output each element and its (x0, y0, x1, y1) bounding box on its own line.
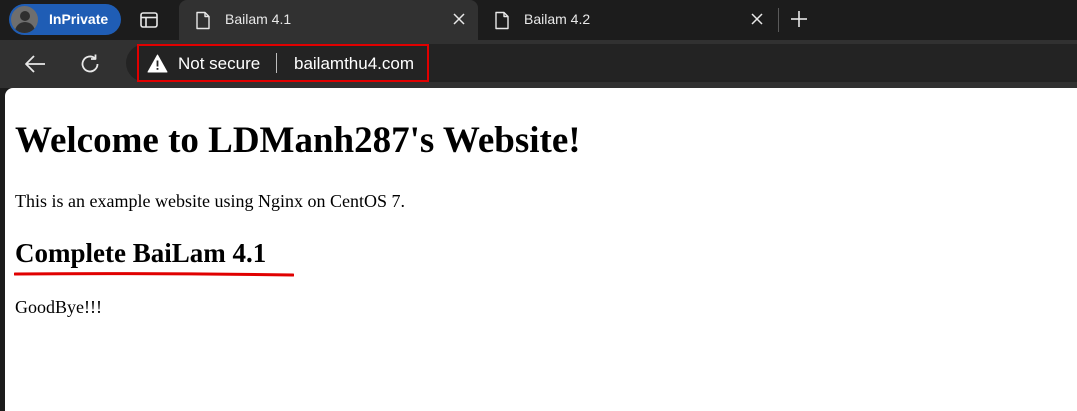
document-icon (196, 11, 210, 30)
page-heading: Welcome to LDManh287's Website! (15, 120, 581, 161)
profile-avatar (11, 6, 38, 33)
inprivate-button[interactable]: InPrivate (9, 4, 121, 35)
tab-bailam-4-2[interactable]: Bailam 4.2 (481, 0, 776, 40)
closing-paragraph: GoodBye!!! (15, 297, 102, 317)
tab-strip: InPrivate Bailam 4.1 Bailam 4.2 (0, 0, 1077, 40)
address-separator (276, 53, 277, 73)
intro-paragraph: This is an example website using Nginx o… (15, 191, 405, 211)
tab-actions-icon[interactable] (139, 10, 159, 30)
back-arrow-icon[interactable] (24, 54, 46, 74)
inprivate-label: InPrivate (49, 11, 109, 27)
close-icon[interactable] (452, 12, 466, 26)
close-icon[interactable] (750, 12, 764, 26)
page-subheading: Complete BaiLam 4.1 (15, 238, 267, 268)
tab-separator (778, 8, 779, 32)
warning-icon[interactable] (147, 54, 168, 73)
tab-bailam-4-1[interactable]: Bailam 4.1 (179, 0, 478, 40)
document-icon (495, 11, 509, 30)
page-viewport: Welcome to LDManh287's Website! This is … (5, 88, 1077, 411)
plus-icon[interactable] (789, 9, 809, 29)
red-underline-annotation (14, 272, 294, 277)
tab-title: Bailam 4.2 (524, 11, 591, 27)
url-text[interactable]: bailamthu4.com (294, 54, 414, 74)
tab-title: Bailam 4.1 (225, 11, 292, 27)
refresh-icon[interactable] (79, 53, 101, 75)
security-status[interactable]: Not secure (178, 54, 260, 74)
